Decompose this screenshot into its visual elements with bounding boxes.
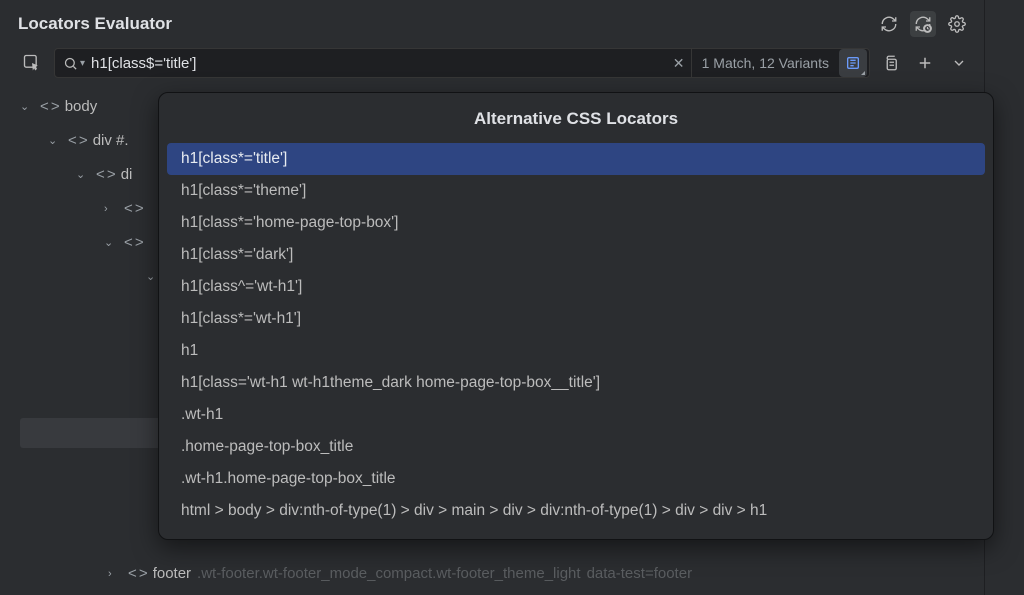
tree-selection-highlight — [20, 418, 165, 448]
titlebar-actions — [876, 11, 970, 37]
tree-node-tag: footer — [153, 565, 191, 582]
settings-gear-icon[interactable] — [944, 11, 970, 37]
popup-locator-list: h1[class*='title'] h1[class*='theme'] h1… — [167, 143, 985, 527]
locator-option[interactable]: .wt-h1 — [167, 399, 985, 431]
search-right-actions — [878, 50, 972, 76]
locators-evaluator-panel: Locators Evaluator — [0, 0, 985, 595]
tree-node-classes: .wt-footer.wt-footer_mode_compact.wt-foo… — [197, 565, 581, 582]
more-actions-chevron-icon[interactable] — [946, 50, 972, 76]
panel-title: Locators Evaluator — [18, 14, 172, 34]
locator-option[interactable]: h1[class*='home-page-top-box'] — [167, 207, 985, 239]
locator-option[interactable]: .home-page-top-box_title — [167, 431, 985, 463]
locator-option[interactable]: h1 — [167, 335, 985, 367]
tree-node-label: body — [65, 91, 98, 123]
tag-brackets-icon: < > — [124, 227, 143, 259]
expand-arrow-down-icon[interactable]: ⌄ — [48, 125, 62, 157]
search-icon — [63, 56, 78, 71]
tree-row-footer[interactable]: › < > footer .wt-footer.wt-footer_mode_c… — [108, 565, 692, 582]
expand-arrow-right-icon[interactable]: › — [108, 568, 122, 580]
locator-search-field[interactable]: ▾ ✕ 1 Match, 12 Variants — [54, 48, 870, 78]
element-picker-icon[interactable] — [18, 49, 46, 77]
refresh-timed-icon[interactable] — [910, 11, 936, 37]
search-history-dropdown-icon[interactable]: ▾ — [80, 58, 85, 69]
locator-option[interactable]: h1[class*='dark'] — [167, 239, 985, 271]
popup-title: Alternative CSS Locators — [167, 109, 985, 129]
alternative-locators-popup: Alternative CSS Locators h1[class*='titl… — [158, 92, 994, 540]
locator-option[interactable]: html > body > div:nth-of-type(1) > div >… — [167, 495, 985, 527]
locator-option[interactable]: h1[class*='theme'] — [167, 175, 985, 207]
tree-node-label: div #. — [93, 125, 129, 157]
expand-arrow-down-icon[interactable]: ⌄ — [104, 227, 118, 259]
locator-option[interactable]: h1[class*='title'] — [167, 143, 985, 175]
expand-arrow-down-icon[interactable]: ⌄ — [76, 159, 90, 191]
locator-option[interactable]: h1[class^='wt-h1'] — [167, 271, 985, 303]
locator-option[interactable]: h1[class*='wt-h1'] — [167, 303, 985, 335]
locator-option[interactable]: .wt-h1.home-page-top-box_title — [167, 463, 985, 495]
search-row: ▾ ✕ 1 Match, 12 Variants — [0, 44, 984, 86]
match-count-label: 1 Match, 12 Variants — [691, 49, 839, 77]
copy-locator-icon[interactable] — [878, 50, 904, 76]
add-locator-icon[interactable] — [912, 50, 938, 76]
locator-input[interactable] — [91, 55, 667, 72]
locator-type-css-button[interactable] — [839, 49, 867, 77]
tag-brackets-icon: < > — [68, 125, 87, 157]
clear-search-icon[interactable]: ✕ — [667, 55, 691, 72]
tag-brackets-icon: < > — [40, 91, 59, 123]
expand-arrow-down-icon[interactable]: ⌄ — [20, 91, 34, 123]
tag-brackets-icon: < > — [128, 565, 147, 582]
refresh-icon[interactable] — [876, 11, 902, 37]
titlebar: Locators Evaluator — [0, 0, 984, 44]
tag-brackets-icon: < > — [124, 193, 143, 225]
tree-node-label: di — [121, 159, 133, 191]
locator-option[interactable]: h1[class='wt-h1 wt-h1theme_dark home-pag… — [167, 367, 985, 399]
expand-arrow-right-icon[interactable]: › — [104, 193, 118, 225]
tag-brackets-icon: < > — [96, 159, 115, 191]
tree-node-attr: data-test=footer — [587, 565, 692, 582]
